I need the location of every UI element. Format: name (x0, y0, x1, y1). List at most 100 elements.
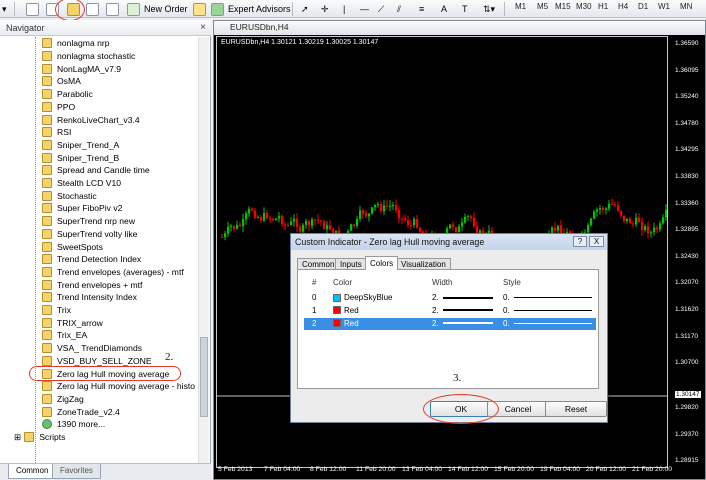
dropdown-arrow-icon[interactable]: ▾ (2, 1, 7, 17)
timeframe-m30[interactable]: M30 (576, 2, 592, 11)
navigator-item[interactable]: Stochastic (42, 189, 198, 202)
navigator-item[interactable]: Super FiboPiv v2 (42, 202, 198, 215)
navigator-scripts-node[interactable]: ⊞ Scripts (14, 431, 174, 444)
navigator-item[interactable]: Parabolic (42, 88, 198, 101)
navigator-scrollbar[interactable] (198, 37, 209, 463)
label-button[interactable]: T (462, 1, 468, 17)
help-button[interactable]: ? (573, 236, 587, 247)
candle-body (377, 204, 380, 206)
color-selector[interactable]: Red (333, 319, 359, 328)
style-selector[interactable]: 0. (503, 306, 592, 315)
navigator-item[interactable]: Spread and Candle time (42, 164, 198, 177)
dialog-close-button[interactable]: X (589, 236, 604, 247)
style-selector[interactable]: 0. (503, 293, 592, 302)
candle-body (260, 217, 263, 221)
navigator-item[interactable]: RSI (42, 126, 198, 139)
navigator-item[interactable]: SuperTrend volty like (42, 228, 198, 241)
navigator-item[interactable]: RenkoLiveChart_v3.4 (42, 113, 198, 126)
navigator-item-label: Trend Intensity Index (57, 292, 137, 303)
navigator-item[interactable]: Trend Detection Index (42, 253, 198, 266)
indicator-icon (42, 355, 52, 366)
time-tick: 19 Feb 04:00 (540, 466, 581, 473)
navigator-item[interactable]: nonlagma stochastic (42, 50, 198, 63)
color-name: Red (344, 305, 359, 315)
cursor-button[interactable]: ➚ (301, 1, 309, 17)
color-selector[interactable]: DeepSkyBlue (333, 293, 392, 302)
color-selector[interactable]: Red (333, 306, 359, 315)
new-chart-button[interactable] (26, 1, 39, 17)
navigator-item[interactable]: Trix (42, 304, 198, 317)
new-order-icon (127, 2, 140, 16)
navigator-item[interactable]: TRIX_arrow (42, 316, 198, 329)
metaeditor-icon (193, 2, 206, 16)
data-window-button[interactable] (86, 1, 99, 17)
navigator-item[interactable]: SuperTrend nrp new (42, 215, 198, 228)
navigator-item[interactable]: VSD_BUY_SELL_ZONE (42, 355, 198, 368)
color-row[interactable]: 2 Red 2. 0. (304, 317, 596, 330)
navigator-item[interactable]: 1390 more... (42, 418, 198, 431)
candle-body (602, 207, 605, 210)
navigator-item[interactable]: Trend Intensity Index (42, 291, 198, 304)
crosshair-button[interactable]: ✛ (321, 1, 329, 17)
metaeditor-button[interactable] (193, 1, 206, 17)
candle-body (419, 227, 422, 232)
vertical-line-button[interactable]: | (343, 1, 345, 17)
navigator-item[interactable]: nonlagma nrp (42, 37, 198, 50)
navigator-item[interactable]: Trix_EA (42, 329, 198, 342)
width-selector[interactable]: 2. (432, 293, 493, 302)
new-order-button[interactable]: New Order (127, 1, 188, 17)
expand-plus-icon[interactable]: ⊞ (14, 432, 21, 443)
navigator-item[interactable]: Zero lag Hull moving average (29, 366, 181, 381)
navigator-item[interactable]: Sniper_Trend_B (42, 151, 198, 164)
navigator-item[interactable]: Stealth LCD V10 (42, 177, 198, 190)
color-row[interactable]: 1 Red 2. 0. (304, 305, 596, 317)
scrollbar-thumb[interactable] (200, 337, 208, 417)
timeframe-m15[interactable]: M15 (555, 2, 571, 11)
timeframe-d1[interactable]: D1 (638, 2, 648, 11)
reset-button[interactable]: Reset (545, 401, 607, 417)
navigator-item[interactable]: OsMA (42, 75, 198, 88)
timeframe-m1[interactable]: M1 (515, 2, 526, 11)
candle-body (593, 211, 596, 219)
expert-advisors-button[interactable]: Expert Advisors (211, 1, 291, 17)
navigator-item[interactable]: NonLagMA_v7.9 (42, 62, 198, 75)
navigator-item[interactable]: ZoneTrade_v2.4 (42, 405, 198, 418)
timeframe-mn[interactable]: MN (680, 2, 692, 11)
navigator-item[interactable]: VSA_ TrendDiamonds (42, 342, 198, 355)
text-button[interactable]: A (441, 1, 447, 17)
timeframe-w1[interactable]: W1 (658, 2, 670, 11)
arrows-button[interactable]: ⇅▾ (483, 1, 495, 17)
style-selector[interactable]: 0. (503, 319, 592, 328)
width-selector[interactable]: 2. (432, 306, 493, 315)
tab-colors[interactable]: Colors (365, 256, 399, 270)
terminal-button[interactable] (106, 1, 119, 17)
navigator-item[interactable]: Zero lag Hull moving average - histo (42, 380, 198, 393)
candle-body (467, 216, 470, 218)
timeframe-m5[interactable]: M5 (537, 2, 548, 11)
candle-body (287, 224, 290, 226)
navigator-item[interactable]: PPO (42, 101, 198, 114)
indicator-icon (42, 305, 52, 316)
horizontal-line-button[interactable]: ― (360, 1, 369, 17)
navigator-item[interactable]: Trend envelopes + mtf (42, 278, 198, 291)
width-selector[interactable]: 2. (432, 319, 493, 328)
trendline-button[interactable]: ⟋ (378, 1, 384, 17)
fibonacci-button[interactable]: ≡ (419, 1, 424, 17)
navigator-item[interactable]: Sniper_Trend_A (42, 139, 198, 152)
channel-button[interactable]: ⫽ (397, 1, 401, 17)
tab-common[interactable]: Common (8, 464, 57, 479)
tab-favorites[interactable]: Favorites (52, 464, 101, 479)
horizontal-line-icon: ― (360, 4, 369, 14)
close-icon[interactable]: × (200, 22, 206, 33)
navigator-item[interactable]: SweetSpots (42, 240, 198, 253)
navigator-item-label: Trix_EA (57, 330, 88, 341)
indicator-icon (42, 89, 52, 100)
color-row[interactable]: 0 DeepSkyBlue 2. 0. (304, 292, 596, 304)
label-icon: T (462, 4, 468, 14)
indicator-icon (42, 190, 52, 201)
navigator-item[interactable]: Trend envelopes (averages) - mtf (42, 266, 198, 279)
timeframe-h4[interactable]: H4 (618, 2, 628, 11)
navigator-item[interactable]: ZigZag (42, 393, 198, 406)
price-tick: 1.33360 (675, 199, 699, 207)
timeframe-h1[interactable]: H1 (598, 2, 608, 11)
